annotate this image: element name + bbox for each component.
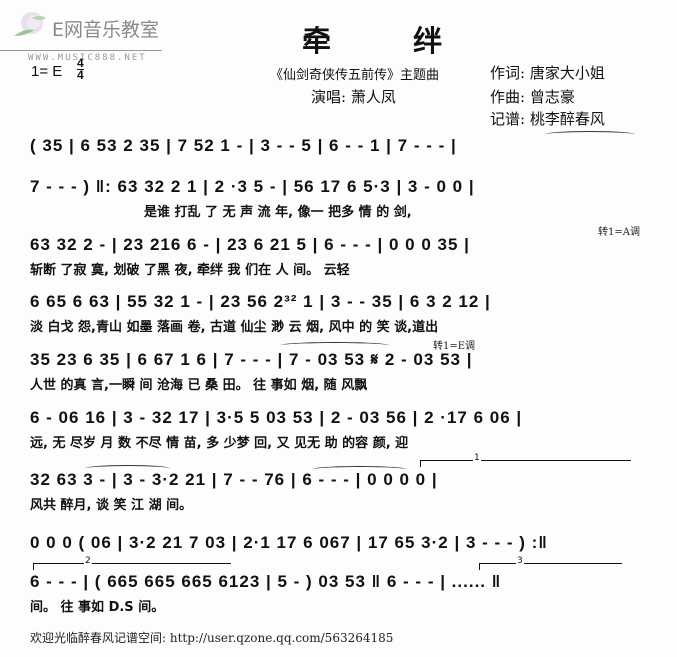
second-ending-bracket: 2 bbox=[33, 556, 231, 570]
singer: 演唱: 萧人凤 bbox=[311, 88, 396, 106]
third-ending-bracket: 3 bbox=[479, 556, 622, 570]
notes: 6 - - - | ( 665 665 665 6123 | 5 - ) 03 … bbox=[30, 572, 502, 591]
logo-url: WWW.MUSIC888.NET bbox=[28, 53, 147, 63]
leaf-logo-icon bbox=[14, 12, 46, 36]
notes: 32 63 3 - | 3 - 3·2 21 | 7 - - 76 | 6 - … bbox=[30, 470, 438, 489]
lyrics: 风共 醉月, 谈 笑 江 湖 间。 bbox=[30, 498, 193, 513]
notes: 7 - - - ) ‖: 63 32 2 1 | 2 ·3 5 - | 56 1… bbox=[30, 177, 475, 196]
tie bbox=[280, 342, 390, 349]
lyrics: 是谁 打乱 了 无 声 流 年, 像一 把多 情 的 剑, bbox=[144, 205, 412, 220]
footer-link[interactable]: 欢迎光临醉春风记谱空间: http://user.qzone.qq.com/56… bbox=[30, 629, 393, 646]
key-signature: 1= E bbox=[31, 63, 63, 80]
first-ending-bracket: 1 bbox=[420, 453, 631, 467]
subtitle: 《仙剑奇侠传五前传》主题曲 bbox=[270, 68, 440, 83]
notes: 0 0 0 ( 06 | 3·2 21 7 03 | 2·1 17 6 067 … bbox=[30, 533, 548, 552]
tie bbox=[545, 131, 635, 138]
key-change-a: 转1=A调 bbox=[598, 227, 640, 238]
notes: 6 65 6 63 | 55 32 1 - | 23 56 2³² 1 | 3 … bbox=[30, 292, 491, 311]
lyrics: 人世 的真 言,一瞬 间 沧海 已 桑 田。 往 事如 烟, 随 风飘 bbox=[30, 378, 368, 393]
composer: 作曲: 曾志豪 bbox=[490, 88, 575, 106]
lyrics: 远, 无 尽岁 月 数 不尽 情 苗, 多 少梦 回, 又 见无 助 的容 颜,… bbox=[30, 436, 409, 451]
time-signature-bottom: 4 bbox=[77, 68, 84, 82]
lyrics: 淡 白戈 怨,青山 如墨 落画 卷, 古道 仙尘 渺 云 烟, 风中 的 笑 谈… bbox=[30, 320, 439, 335]
lyricist: 作词: 唐家大小姐 bbox=[490, 64, 605, 82]
lyrics: 斩断 了寂 寞, 划破 了黑 夜, 牵绊 我 们在 人 间。 云轻 bbox=[30, 263, 350, 278]
logo: E网音乐教室 bbox=[4, 6, 174, 46]
logo-divider bbox=[0, 50, 162, 51]
logo-text: E网音乐教室 bbox=[52, 19, 160, 41]
lyrics: 间。 往 事如 D.S 间。 bbox=[30, 600, 165, 615]
notes: ( 35 | 6 53 2 35 | 7 52 1 - | 3 - - 5 | … bbox=[30, 136, 457, 155]
notes: 63 32 2 - | 23 216 6 - | 23 6 21 5 | 6 -… bbox=[30, 235, 470, 254]
notes: 35 23 6 35 | 6 67 1 6 | 7 - - - | 7 - 03… bbox=[30, 350, 473, 369]
notes: 6 - 06 16 | 3 - 32 17 | 3·5 5 03 53 | 2 … bbox=[30, 408, 523, 427]
song-title: 牵 绊 bbox=[302, 24, 479, 58]
time-signature: 4 4 bbox=[77, 57, 84, 82]
transcriber: 记谱: 桃李醉春风 bbox=[490, 110, 605, 128]
